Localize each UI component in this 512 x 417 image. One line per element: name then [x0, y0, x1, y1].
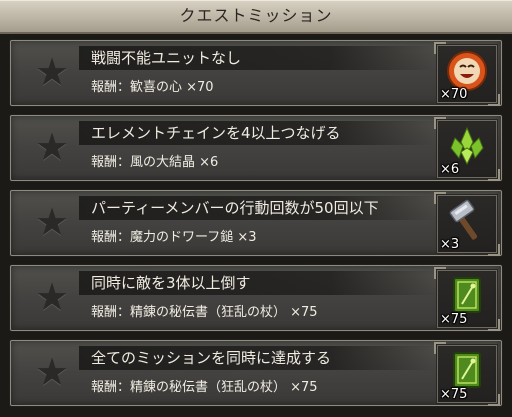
reward-quantity: ×75: [440, 312, 468, 327]
corner-ornament: [488, 319, 500, 331]
reward-text: 報酬：精錬の秘伝書（狂乱の杖） ×75: [91, 380, 318, 395]
mission-name: 全てのミッションを同時に達成する: [91, 349, 332, 367]
reward-quantity: ×70: [440, 87, 468, 102]
page-title: クエストミッション: [179, 6, 333, 25]
star-icon: ★: [34, 50, 70, 94]
reward-item-box[interactable]: ×75: [434, 267, 500, 331]
reward-item-box[interactable]: ×75: [434, 342, 500, 406]
title-bar: クエストミッション: [0, 0, 512, 34]
corner-ornament: [488, 244, 500, 256]
corner-ornament: [488, 94, 500, 106]
reward-text: 報酬：歓喜の心 ×70: [91, 80, 214, 95]
mission-row-5[interactable]: ★ 全てのミッションを同時に達成する 報酬：精錬の秘伝書（狂乱の杖） ×75 ×…: [10, 340, 502, 406]
mission-row-2[interactable]: ★ エレメントチェインを4以上つなげる 報酬：風の大結晶 ×6 ×6: [10, 115, 502, 181]
star-icon: ★: [34, 125, 70, 169]
reward-item-box[interactable]: ×6: [434, 117, 500, 181]
star-icon: ★: [34, 275, 70, 319]
mission-name: パーティーメンバーの行動回数が50回以下: [91, 199, 379, 217]
mission-name: エレメントチェインを4以上つなげる: [91, 124, 341, 142]
reward-text: 報酬：精錬の秘伝書（狂乱の杖） ×75: [91, 305, 318, 320]
mission-row-4[interactable]: ★ 同時に敵を3体以上倒す 報酬：精錬の秘伝書（狂乱の杖） ×75 ×75: [10, 265, 502, 331]
star-icon: ★: [34, 350, 70, 394]
star-icon: ★: [34, 200, 70, 244]
mission-name: 同時に敵を3体以上倒す: [91, 274, 251, 292]
reward-quantity: ×6: [440, 162, 460, 177]
mission-row-3[interactable]: ★ パーティーメンバーの行動回数が50回以下 報酬：魔力のドワーフ鎚 ×3 ×3: [10, 190, 502, 256]
reward-quantity: ×75: [440, 387, 468, 402]
mission-name: 戦闘不能ユニットなし: [91, 49, 242, 67]
reward-quantity: ×3: [440, 237, 460, 252]
reward-item-box[interactable]: ×70: [434, 42, 500, 106]
corner-ornament: [488, 394, 500, 406]
mission-row-1[interactable]: ★ 戦闘不能ユニットなし 報酬：歓喜の心 ×70 ×70: [10, 40, 502, 106]
reward-text: 報酬：風の大結晶 ×6: [91, 155, 219, 170]
reward-item-box[interactable]: ×3: [434, 192, 500, 256]
reward-text: 報酬：魔力のドワーフ鎚 ×3: [91, 230, 257, 245]
corner-ornament: [488, 169, 500, 181]
